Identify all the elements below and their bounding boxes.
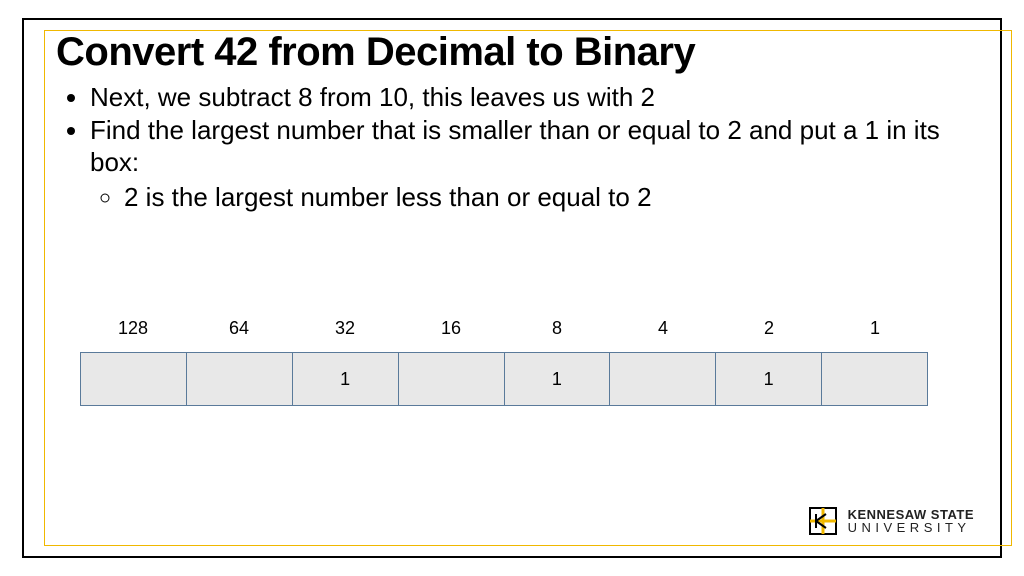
- label-32: 32: [292, 318, 398, 339]
- label-64: 64: [186, 318, 292, 339]
- label-2: 2: [716, 318, 822, 339]
- box-4: [610, 353, 716, 405]
- ksu-logo-text: KENNESAW STATE UNIVERSITY: [848, 508, 974, 534]
- box-2: 1: [716, 353, 822, 405]
- box-32: 1: [293, 353, 399, 405]
- logo-line2: UNIVERSITY: [848, 521, 974, 534]
- slide-title: Convert 42 from Decimal to Binary: [56, 30, 978, 75]
- binary-box-row: 1 1 1: [80, 352, 928, 406]
- box-8: 1: [505, 353, 611, 405]
- slide-content: Convert 42 from Decimal to Binary Next, …: [56, 30, 978, 213]
- box-1: [822, 353, 927, 405]
- ksu-shield-icon: [806, 504, 840, 538]
- label-16: 16: [398, 318, 504, 339]
- bullet-2-text: Find the largest number that is smaller …: [90, 115, 940, 178]
- ksu-logo: KENNESAW STATE UNIVERSITY: [806, 504, 974, 538]
- box-128: [81, 353, 187, 405]
- sub-bullet-list: 2 is the largest number less than or equ…: [90, 181, 978, 214]
- label-1: 1: [822, 318, 928, 339]
- bullet-list: Next, we subtract 8 from 10, this leaves…: [56, 81, 978, 213]
- bullet-2: Find the largest number that is smaller …: [90, 114, 978, 214]
- bullet-1: Next, we subtract 8 from 10, this leaves…: [90, 81, 978, 114]
- label-8: 8: [504, 318, 610, 339]
- box-16: [399, 353, 505, 405]
- label-4: 4: [610, 318, 716, 339]
- binary-labels-row: 128 64 32 16 8 4 2 1: [80, 318, 928, 339]
- label-128: 128: [80, 318, 186, 339]
- box-64: [187, 353, 293, 405]
- sub-bullet-1: 2 is the largest number less than or equ…: [124, 181, 978, 214]
